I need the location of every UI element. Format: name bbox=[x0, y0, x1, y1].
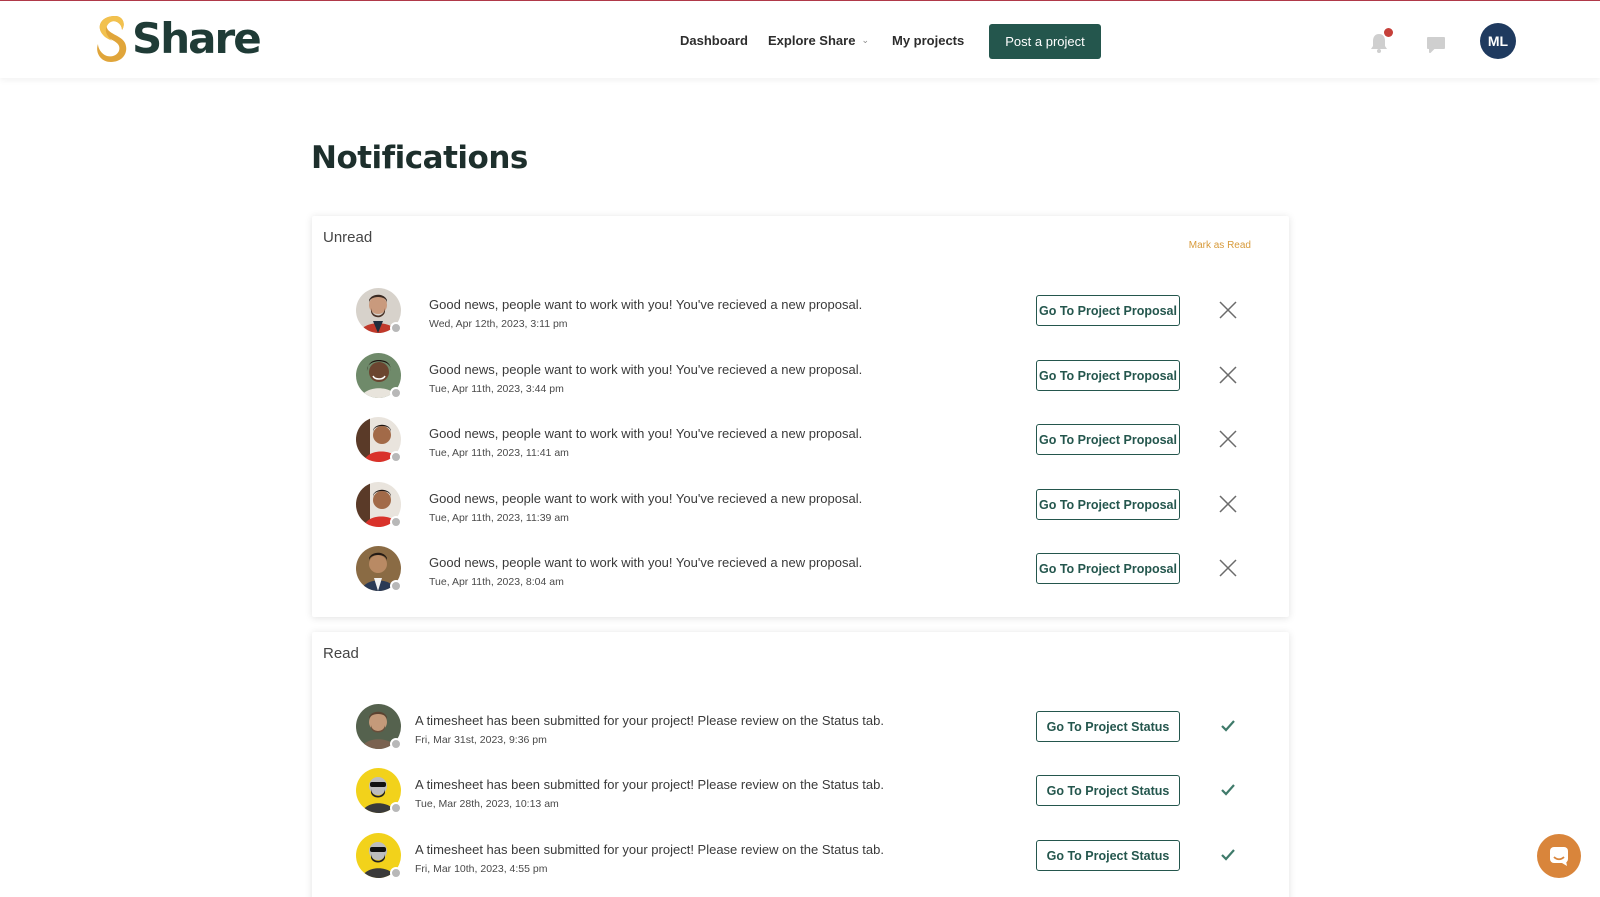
go-to-project-status-button[interactable]: Go To Project Status bbox=[1036, 711, 1180, 742]
unread-title: Unread bbox=[323, 229, 373, 246]
notification-time: Fri, Mar 10th, 2023, 4:55 pm bbox=[415, 863, 548, 875]
nav-dashboard[interactable]: Dashboard bbox=[680, 33, 748, 48]
close-icon[interactable] bbox=[1218, 494, 1238, 514]
share-logo[interactable]: Share bbox=[95, 14, 262, 64]
nav-explore-share[interactable]: Explore Share ⌄ bbox=[768, 33, 869, 48]
check-icon bbox=[1221, 849, 1235, 861]
notification-message: Good news, people want to work with you!… bbox=[429, 491, 863, 506]
read-section: Read A timesheet has been submitted for … bbox=[312, 632, 1289, 897]
notification-message: A timesheet has been submitted for your … bbox=[415, 842, 884, 857]
status-dot bbox=[390, 516, 402, 528]
close-icon[interactable] bbox=[1218, 558, 1238, 578]
nav-explore-share-label: Explore Share bbox=[768, 33, 856, 48]
go-to-project-status-button[interactable]: Go To Project Status bbox=[1036, 840, 1180, 871]
notification-message: Good news, people want to work with you!… bbox=[429, 297, 863, 312]
go-to-project-proposal-button[interactable]: Go To Project Proposal bbox=[1036, 295, 1180, 326]
status-dot bbox=[390, 387, 402, 399]
notification-row: Good news, people want to work with you!… bbox=[312, 353, 1289, 407]
nav-my-projects[interactable]: My projects bbox=[892, 33, 964, 48]
chat-icon[interactable] bbox=[1426, 36, 1446, 54]
status-dot bbox=[390, 580, 402, 592]
notification-time: Fri, Mar 31st, 2023, 9:36 pm bbox=[415, 734, 547, 746]
notification-dot bbox=[1384, 28, 1393, 37]
close-icon[interactable] bbox=[1218, 365, 1238, 385]
notification-row: A timesheet has been submitted for your … bbox=[312, 768, 1289, 822]
logo-text: Share bbox=[132, 14, 262, 63]
read-title: Read bbox=[323, 645, 359, 662]
page-title: Notifications bbox=[311, 140, 528, 176]
go-to-project-proposal-button[interactable]: Go To Project Proposal bbox=[1036, 424, 1180, 455]
status-dot bbox=[390, 802, 402, 814]
status-dot bbox=[390, 322, 402, 334]
status-dot bbox=[390, 738, 402, 750]
notification-message: A timesheet has been submitted for your … bbox=[415, 777, 884, 792]
go-to-project-proposal-button[interactable]: Go To Project Proposal bbox=[1036, 489, 1180, 520]
help-chat-icon bbox=[1550, 847, 1568, 866]
help-chat-button[interactable] bbox=[1537, 834, 1581, 878]
notification-time: Tue, Apr 11th, 2023, 8:04 am bbox=[429, 576, 564, 588]
close-icon[interactable] bbox=[1218, 300, 1238, 320]
notification-row: Good news, people want to work with you!… bbox=[312, 288, 1289, 342]
status-dot bbox=[390, 451, 402, 463]
go-to-project-proposal-button[interactable]: Go To Project Proposal bbox=[1036, 553, 1180, 584]
status-dot bbox=[390, 867, 402, 879]
post-project-button[interactable]: Post a project bbox=[989, 24, 1101, 59]
notification-time: Tue, Apr 11th, 2023, 11:39 am bbox=[429, 512, 569, 524]
notification-message: A timesheet has been submitted for your … bbox=[415, 713, 884, 728]
logo-mark-icon bbox=[97, 16, 127, 62]
go-to-project-proposal-button[interactable]: Go To Project Proposal bbox=[1036, 360, 1180, 391]
notification-time: Tue, Apr 11th, 2023, 11:41 am bbox=[429, 447, 569, 459]
mark-as-read-link[interactable]: Mark as Read bbox=[1189, 240, 1251, 251]
notification-message: Good news, people want to work with you!… bbox=[429, 426, 863, 441]
check-icon bbox=[1221, 720, 1235, 732]
notification-row: Good news, people want to work with you!… bbox=[312, 546, 1289, 600]
chevron-down-icon: ⌄ bbox=[861, 35, 869, 45]
notification-row: Good news, people want to work with you!… bbox=[312, 417, 1289, 471]
notification-message: Good news, people want to work with you!… bbox=[429, 362, 863, 377]
notification-row: A timesheet has been submitted for your … bbox=[312, 833, 1289, 887]
notification-message: Good news, people want to work with you!… bbox=[429, 555, 863, 570]
unread-section: Unread Mark as Read Good news, people wa… bbox=[312, 216, 1289, 617]
close-icon[interactable] bbox=[1218, 429, 1238, 449]
notification-time: Tue, Mar 28th, 2023, 10:13 am bbox=[415, 798, 559, 810]
notification-row: A timesheet has been submitted for your … bbox=[312, 704, 1289, 758]
top-navbar: Share Dashboard Explore Share ⌄ My projec… bbox=[0, 1, 1600, 78]
notification-time: Wed, Apr 12th, 2023, 3:11 pm bbox=[429, 318, 568, 330]
notification-time: Tue, Apr 11th, 2023, 3:44 pm bbox=[429, 383, 564, 395]
notification-row: Good news, people want to work with you!… bbox=[312, 482, 1289, 536]
check-icon bbox=[1221, 784, 1235, 796]
go-to-project-status-button[interactable]: Go To Project Status bbox=[1036, 775, 1180, 806]
user-avatar[interactable]: ML bbox=[1480, 23, 1516, 59]
